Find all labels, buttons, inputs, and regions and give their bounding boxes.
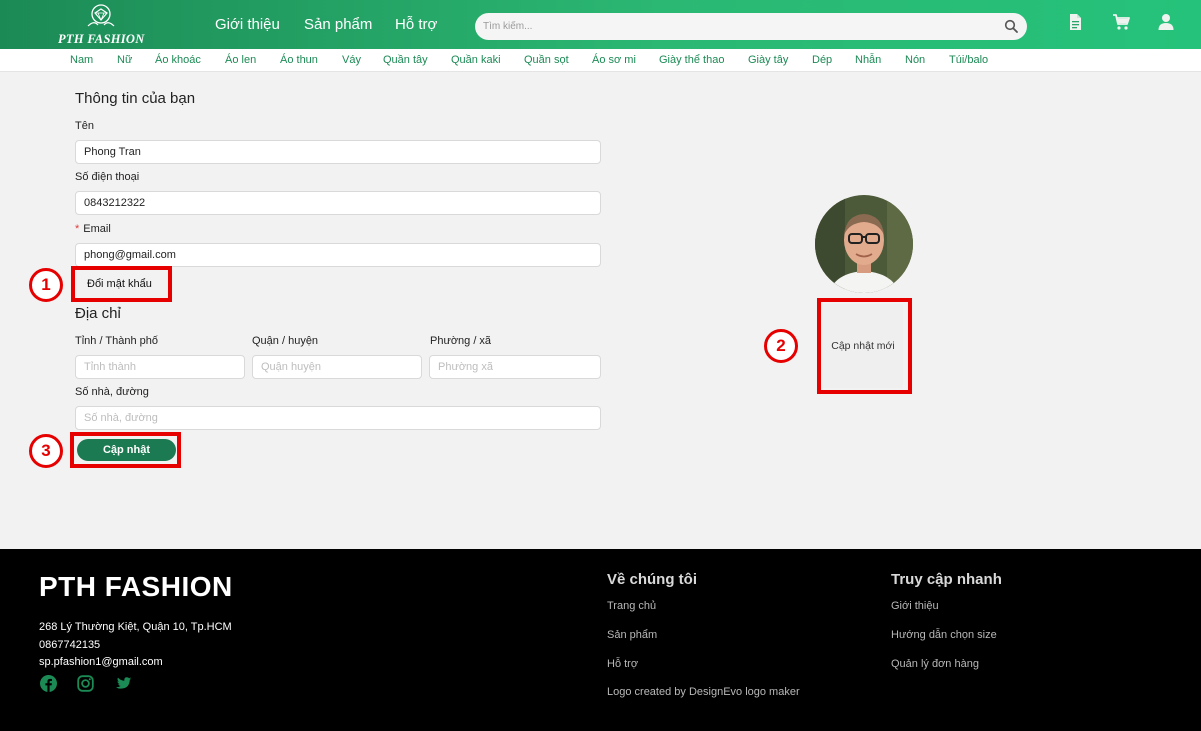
top-header: PTH FASHION Giới thiệu Sản phẩm Hỗ trợ: [0, 0, 1201, 49]
nav-products[interactable]: Sản phẩm: [304, 16, 372, 33]
facebook-icon[interactable]: [40, 675, 57, 692]
category-bar: Nam Nữ Áo khoác Áo len Áo thun Váy Quần …: [0, 49, 1201, 72]
ward-label: Phường / xã: [430, 335, 492, 347]
district-label: Quận / huyện: [252, 335, 319, 347]
category-quan-kaki[interactable]: Quần kaki: [451, 54, 501, 66]
annotation-badge-1: 1: [29, 268, 63, 302]
category-dep[interactable]: Dép: [812, 54, 832, 66]
instagram-icon[interactable]: [77, 675, 94, 692]
email-label-row: * Email: [75, 223, 111, 235]
footer-brand: PTH FASHION: [39, 571, 233, 602]
footer-email: sp.pfashion1@gmail.com: [39, 656, 163, 668]
avatar-photo: [815, 195, 913, 293]
footer-about-title: Về chúng tôi: [607, 571, 697, 588]
footer-link-products[interactable]: Sản phẩm: [607, 629, 657, 641]
footer-phone: 0867742135: [39, 639, 101, 651]
logo-crest-icon: [87, 4, 115, 27]
category-ao-thun[interactable]: Áo thun: [280, 54, 318, 66]
email-label: Email: [83, 223, 111, 235]
search-icon[interactable]: [1004, 19, 1018, 33]
phone-label: Số điện thoại: [75, 171, 140, 183]
highlight-box-2: [817, 298, 912, 394]
category-ao-khoac[interactable]: Áo khoác: [155, 54, 201, 66]
category-nam[interactable]: Nam: [70, 54, 93, 66]
category-nu[interactable]: Nữ: [117, 54, 132, 66]
category-quan-tay[interactable]: Quần tây: [383, 54, 428, 66]
profile-title: Thông tin của bạn: [75, 90, 196, 107]
required-mark: *: [75, 223, 80, 235]
street-label: Số nhà, đường: [75, 386, 149, 398]
category-ao-len[interactable]: Áo len: [225, 54, 256, 66]
phone-field[interactable]: [75, 191, 601, 215]
ward-field[interactable]: [429, 355, 601, 379]
footer-link-size-guide[interactable]: Hướng dẫn chọn size: [891, 629, 997, 641]
footer-link-home[interactable]: Trang chủ: [607, 600, 656, 612]
category-ao-so-mi[interactable]: Áo sơ mi: [592, 54, 636, 66]
twitter-icon[interactable]: [115, 675, 132, 692]
avatar: [815, 195, 913, 293]
nav-about[interactable]: Giới thiệu: [215, 16, 280, 33]
email-field[interactable]: [75, 243, 601, 267]
category-tui-balo[interactable]: Túi/balo: [949, 54, 988, 66]
district-field[interactable]: [252, 355, 422, 379]
logo-text: PTH FASHION: [58, 32, 145, 46]
annotation-badge-3: 3: [29, 434, 63, 468]
category-non[interactable]: Nón: [905, 54, 925, 66]
annotation-badge-2: 2: [764, 329, 798, 363]
user-icon[interactable]: [1157, 13, 1175, 31]
province-field[interactable]: [75, 355, 245, 379]
footer-link-support[interactable]: Hỗ trợ: [607, 658, 638, 670]
category-giay-the-thao[interactable]: Giày thể thao: [659, 54, 724, 66]
footer: PTH FASHION 268 Lý Thường Kiệt, Quận 10,…: [0, 549, 1201, 731]
nav-support[interactable]: Hỗ trợ: [395, 16, 437, 33]
highlight-box-1: [71, 266, 172, 302]
name-label: Tên: [75, 120, 94, 132]
category-nhan[interactable]: Nhẫn: [855, 54, 881, 66]
footer-link-logo-credit[interactable]: Logo created by DesignEvo logo maker: [607, 686, 800, 698]
category-vay[interactable]: Váy: [342, 54, 361, 66]
category-quan-sot[interactable]: Quần sọt: [524, 54, 569, 66]
street-field[interactable]: [75, 406, 601, 430]
name-field[interactable]: [75, 140, 601, 164]
search-input[interactable]: [483, 17, 983, 36]
province-label: Tỉnh / Thành phố: [75, 335, 158, 347]
site-logo[interactable]: PTH FASHION: [56, 4, 148, 46]
address-title: Địa chỉ: [75, 305, 121, 322]
category-giay-tay[interactable]: Giày tây: [748, 54, 788, 66]
cart-icon[interactable]: [1112, 13, 1130, 31]
document-icon[interactable]: [1066, 13, 1084, 31]
footer-address: 268 Lý Thường Kiệt, Quận 10, Tp.HCM: [39, 621, 232, 633]
footer-quick-title: Truy cập nhanh: [891, 571, 1002, 588]
search-bar: [475, 13, 1027, 40]
footer-link-orders[interactable]: Quản lý đơn hàng: [891, 658, 979, 670]
footer-link-about[interactable]: Giới thiệu: [891, 600, 939, 612]
highlight-box-3: [70, 432, 181, 468]
